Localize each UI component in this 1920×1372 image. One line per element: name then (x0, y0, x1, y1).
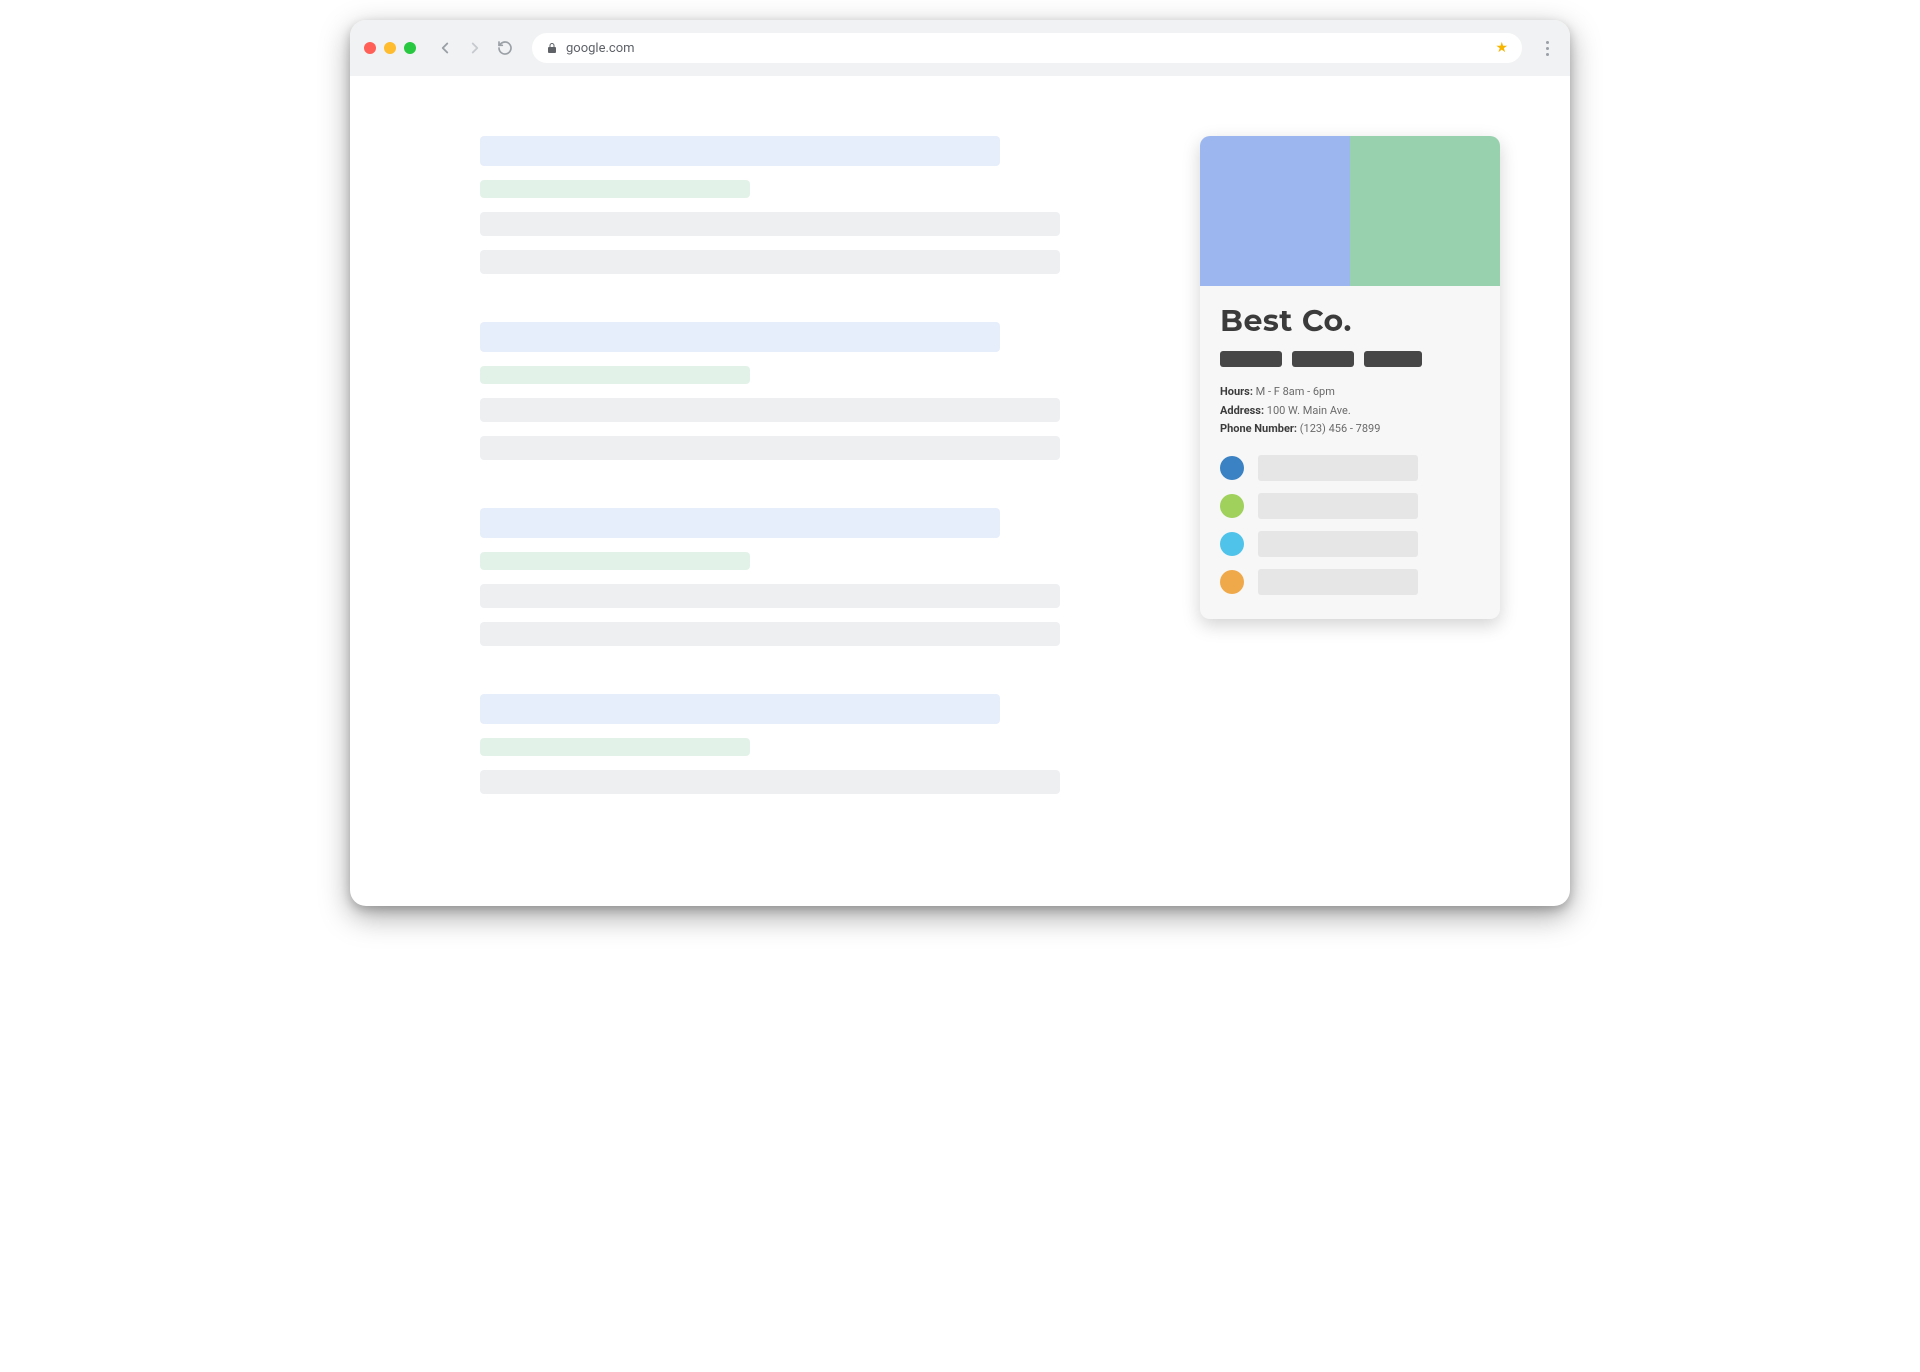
business-info: Hours: M - F 8am - 6pm Address: 100 W. M… (1220, 383, 1480, 439)
kp-tab[interactable] (1292, 351, 1354, 367)
result-snippet-placeholder (480, 770, 1060, 794)
result-snippet-placeholder (480, 584, 1060, 608)
profile-row[interactable] (1220, 569, 1480, 595)
result-url-placeholder (480, 738, 750, 756)
profile-label-placeholder (1258, 455, 1418, 481)
search-result[interactable] (480, 508, 1070, 646)
knowledge-panel: Best Co. Hours: M - F 8am - 6pm Address:… (1200, 136, 1500, 619)
address-bar[interactable]: google.com ★ (532, 33, 1522, 63)
profile-icon (1220, 494, 1244, 518)
kp-tab[interactable] (1220, 351, 1282, 367)
phone-row: Phone Number: (123) 456 - 7899 (1220, 420, 1480, 439)
hours-value: M - F 8am - 6pm (1256, 385, 1335, 398)
phone-value: (123) 456 - 7899 (1300, 422, 1381, 435)
business-title: Best Co. (1220, 302, 1480, 339)
knowledge-panel-hero (1200, 136, 1500, 286)
knowledge-panel-body: Best Co. Hours: M - F 8am - 6pm Address:… (1200, 286, 1500, 619)
browser-chrome: google.com ★ (350, 20, 1570, 76)
hero-image-right[interactable] (1350, 136, 1500, 286)
kp-tab[interactable] (1364, 351, 1422, 367)
search-result[interactable] (480, 136, 1070, 274)
result-url-placeholder (480, 180, 750, 198)
knowledge-panel-tabs (1220, 351, 1480, 367)
profile-row[interactable] (1220, 455, 1480, 481)
result-title-placeholder (480, 508, 1000, 538)
lock-icon (546, 42, 558, 54)
url-text: google.com (566, 41, 635, 56)
hero-image-left[interactable] (1200, 136, 1350, 286)
address-value: 100 W. Main Ave. (1267, 404, 1351, 417)
minimize-window-button[interactable] (384, 42, 396, 54)
address-label: Address: (1220, 404, 1264, 417)
profile-icon (1220, 456, 1244, 480)
profile-label-placeholder (1258, 569, 1418, 595)
page-content: Best Co. Hours: M - F 8am - 6pm Address:… (350, 76, 1570, 906)
result-title-placeholder (480, 136, 1000, 166)
profile-label-placeholder (1258, 493, 1418, 519)
result-snippet-placeholder (480, 622, 1060, 646)
hours-row: Hours: M - F 8am - 6pm (1220, 383, 1480, 402)
profiles-list (1220, 455, 1480, 595)
window-controls (364, 42, 416, 54)
result-snippet-placeholder (480, 436, 1060, 460)
browser-window: google.com ★ (350, 20, 1570, 906)
result-snippet-placeholder (480, 398, 1060, 422)
back-button[interactable] (436, 39, 454, 57)
result-title-placeholder (480, 322, 1000, 352)
result-title-placeholder (480, 694, 1000, 724)
maximize-window-button[interactable] (404, 42, 416, 54)
profile-icon (1220, 532, 1244, 556)
forward-button[interactable] (466, 39, 484, 57)
profile-row[interactable] (1220, 531, 1480, 557)
close-window-button[interactable] (364, 42, 376, 54)
profile-label-placeholder (1258, 531, 1418, 557)
address-row: Address: 100 W. Main Ave. (1220, 402, 1480, 421)
search-results (480, 136, 1070, 794)
result-snippet-placeholder (480, 212, 1060, 236)
profile-icon (1220, 570, 1244, 594)
nav-controls (436, 39, 514, 57)
browser-menu-button[interactable] (1538, 41, 1556, 56)
phone-label: Phone Number: (1220, 422, 1297, 435)
hours-label: Hours: (1220, 385, 1253, 398)
search-result[interactable] (480, 322, 1070, 460)
bookmark-star-icon[interactable]: ★ (1495, 40, 1508, 56)
profile-row[interactable] (1220, 493, 1480, 519)
result-url-placeholder (480, 552, 750, 570)
result-snippet-placeholder (480, 250, 1060, 274)
search-result[interactable] (480, 694, 1070, 794)
reload-button[interactable] (496, 39, 514, 57)
result-url-placeholder (480, 366, 750, 384)
